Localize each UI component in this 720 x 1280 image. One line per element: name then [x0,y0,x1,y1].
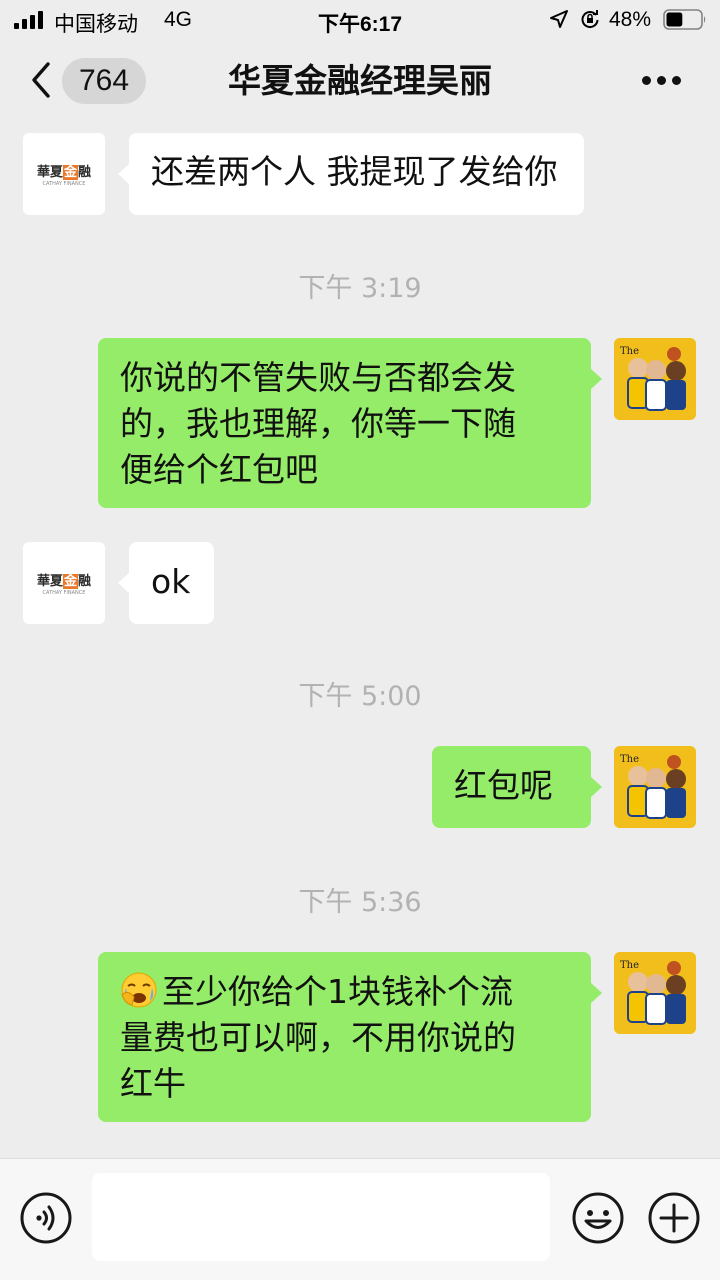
back-icon[interactable] [28,60,54,100]
message-text: 红包呢 [454,766,553,805]
message-line: 红牛 [120,1064,186,1103]
message-line: 你说的不管失败与否都会发 [120,358,516,397]
message-timestamp: 下午 3:19 [298,273,422,304]
basketball-players-avatar: The [614,952,696,1034]
emoji-icon[interactable] [572,1192,624,1244]
battery-percentage: 48% [609,8,652,31]
message-line: 便给个红包吧 [120,450,318,489]
message-bubble-sent[interactable]: 你说的不管失败与否都会发 的，我也理解，你等一下随 便给个红包吧 [98,338,602,508]
battery-icon [663,9,706,30]
message-timestamp: 下午 5:00 [298,681,422,712]
crying-face-icon [121,972,157,1008]
message-bubble-sent[interactable]: 至少你给个1块钱补个流 量费也可以啊，不用你说的 红牛 [98,952,602,1122]
message-text: 还差两个人 我提现了发给你 [151,152,558,191]
orientation-lock-icon [581,10,599,29]
company-logo-subtitle: CATHAY FINANCE [42,181,86,187]
basketball-players-avatar: The [614,338,696,420]
nav-bar: 764 华夏金融经理吴丽 [0,40,720,124]
message-timestamp: 下午 5:36 [298,887,422,918]
message-input[interactable] [92,1173,550,1261]
location-icon [550,10,568,28]
company-logo-subtitle: CATHAY FINANCE [42,590,86,596]
unread-count-badge[interactable]: 764 [62,58,146,104]
message-bubble-received[interactable]: ok [117,542,215,624]
input-bar [0,1158,720,1280]
basketball-players-avatar: The [614,746,696,828]
message-line: 至少你给个1块钱补个流 [120,969,569,1015]
plus-icon[interactable] [648,1192,700,1244]
voice-icon[interactable] [20,1192,72,1244]
svg-text:The: The [620,754,639,765]
message-bubble-sent[interactable]: 红包呢 [432,746,602,828]
status-bar: 中国移动 4G 下午6:17 48% [0,0,720,40]
chat-title: 华夏金融经理吴丽 [228,61,492,100]
message-text: ok [151,562,191,601]
company-logo: 華夏金融 [36,574,92,589]
svg-text:The: The [620,960,639,971]
message-bubble-received[interactable]: 还差两个人 我提现了发给你 [118,133,584,215]
svg-text:The: The [620,346,639,357]
message-line: 量费也可以啊，不用你说的 [120,1018,516,1057]
company-logo: 華夏金融 [36,165,92,180]
message-line: 的，我也理解，你等一下随 [120,404,516,443]
contact-avatar[interactable]: 華夏金融 CATHAY FINANCE [23,133,105,215]
user-avatar[interactable]: The [614,746,696,828]
user-avatar[interactable]: The [614,952,696,1034]
user-avatar[interactable]: The [614,338,696,420]
more-icon[interactable] [640,72,684,88]
contact-avatar[interactable]: 華夏金融 CATHAY FINANCE [23,542,105,624]
